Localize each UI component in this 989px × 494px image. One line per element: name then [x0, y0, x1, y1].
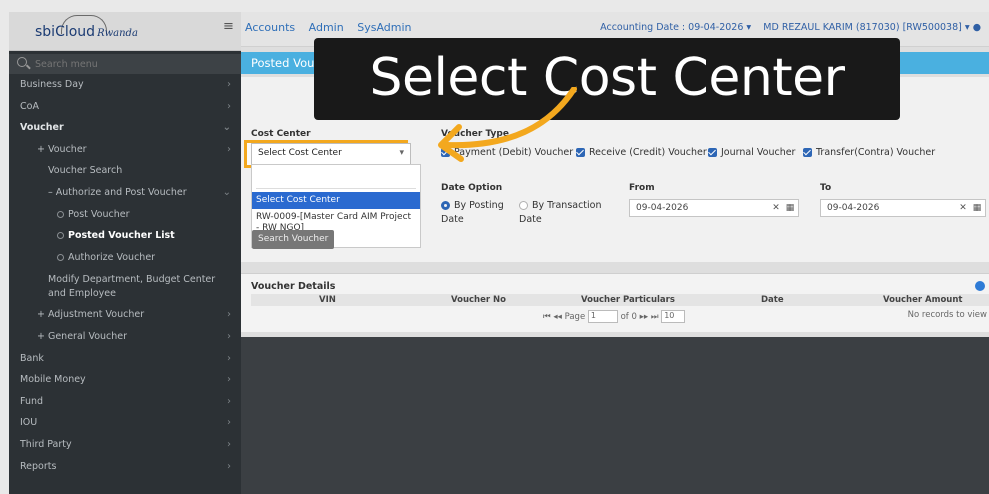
dropdown-option[interactable]: Select Cost Center: [252, 192, 420, 209]
chevron-right-icon: ›: [227, 330, 231, 342]
column-header[interactable]: Voucher Particulars: [581, 295, 675, 305]
calendar-icon[interactable]: ▦: [971, 202, 983, 214]
date-option-transaction[interactable]: By Transaction Date: [519, 199, 609, 227]
sidebar-item-modify-department[interactable]: Modify Department, Budget Center and Emp…: [9, 268, 241, 304]
to-date-input[interactable]: 09-04-2026 ✕ ▦: [820, 199, 986, 217]
page-size-select[interactable]: 10: [661, 310, 686, 323]
bullet-icon: [57, 253, 64, 261]
search-box: [9, 54, 241, 74]
pointer-arrow-icon: [438, 87, 577, 162]
search-voucher-button[interactable]: Search Voucher: [252, 230, 335, 249]
content-background: [241, 337, 989, 494]
chevron-right-icon: ›: [227, 79, 231, 90]
voucher-type-journal[interactable]: Journal Voucher: [708, 147, 795, 158]
search-icon: [17, 57, 27, 67]
column-header[interactable]: VIN: [319, 295, 336, 305]
radio-unselected-icon[interactable]: [519, 201, 528, 210]
top-link-sysadmin[interactable]: SysAdmin: [357, 21, 411, 34]
accounting-date[interactable]: Accounting Date : 09-04-2026: [600, 22, 743, 33]
column-header[interactable]: Voucher No: [451, 295, 506, 305]
pager: ⏮ ◂◂ Page 1 of 0 ▸▸ ⏭ 10: [543, 310, 686, 323]
chevron-right-icon: ›: [227, 438, 231, 450]
chevron-right-icon: ›: [227, 395, 231, 407]
logo[interactable]: sbiCloud Rwanda: [9, 12, 241, 51]
caption-text: Select Cost Center: [369, 48, 845, 108]
sidebar-item-bank[interactable]: Bank ›: [9, 348, 241, 370]
search-input[interactable]: [33, 56, 227, 73]
top-nav: Accounts Admin SysAdmin: [245, 21, 422, 34]
collapse-icon[interactable]: [975, 281, 985, 291]
chevron-down-icon: ▾: [746, 22, 752, 33]
first-page-icon[interactable]: ⏮: [543, 312, 551, 322]
voucher-details-panel: Voucher Details VIN Voucher No Voucher P…: [241, 273, 989, 332]
bullet-icon: [57, 210, 64, 218]
top-link-admin[interactable]: Admin: [309, 21, 344, 34]
user-icon[interactable]: ●: [973, 22, 981, 33]
top-status: Accounting Date : 09-04-2026 ▾ MD REZAUL…: [600, 22, 981, 33]
clear-icon[interactable]: ✕: [957, 202, 969, 214]
sidebar-item-coa[interactable]: CoA ›: [9, 96, 241, 118]
bullet-icon: [57, 232, 64, 240]
user-menu[interactable]: MD REZAUL KARIM (817030) [RW500038]: [763, 22, 962, 33]
menu-toggle-icon[interactable]: ≡: [223, 19, 234, 34]
from-label: From: [629, 183, 655, 193]
sidebar-item-authorize-voucher[interactable]: Authorize Voucher: [9, 247, 241, 269]
chevron-down-icon: ▾: [964, 22, 970, 33]
from-date-input[interactable]: 09-04-2026 ✕ ▦: [629, 199, 799, 217]
sidebar-item-business-day[interactable]: Business Day ›: [9, 74, 241, 96]
voucher-details-title: Voucher Details: [251, 281, 336, 292]
to-label: To: [820, 183, 832, 193]
cost-center-select[interactable]: Select Cost Center ▾: [251, 143, 411, 165]
sidebar-item-authorize-post[interactable]: – Authorize and Post Voucher ⌄: [9, 182, 241, 204]
sidebar-item-post-voucher[interactable]: Post Voucher: [9, 204, 241, 226]
sidebar-item-voucher-sub[interactable]: + Voucher ›: [9, 139, 241, 161]
chevron-down-icon: ⌄: [222, 186, 231, 198]
logo-region: Rwanda: [97, 28, 138, 39]
chevron-down-icon: ▾: [399, 148, 404, 158]
voucher-type-transfer[interactable]: Transfer(Contra) Voucher: [803, 147, 935, 158]
top-link-accounts[interactable]: Accounts: [245, 21, 295, 34]
sidebar-item-general-voucher[interactable]: + General Voucher ›: [9, 326, 241, 348]
chevron-down-icon: ⌄: [222, 122, 231, 134]
date-option-posting[interactable]: By Posting Date: [441, 199, 511, 227]
sidebar-nav: Business Day › CoA › Voucher ⌄ + Voucher › V…: [9, 74, 241, 477]
column-header[interactable]: Date: [761, 295, 784, 305]
grid-header: VIN Voucher No Voucher Particulars Date …: [251, 294, 989, 306]
dropdown-search-input[interactable]: [256, 168, 416, 189]
checkbox-checked-icon[interactable]: [803, 148, 812, 157]
sidebar-item-third-party[interactable]: Third Party ›: [9, 434, 241, 456]
app-window: sbiCloudRwanda Business Day› CoA› Vouche…: [9, 12, 989, 494]
chevron-right-icon: ›: [227, 100, 231, 112]
cost-center-label: Cost Center: [251, 129, 311, 139]
tutorial-caption: Select Cost Center: [314, 38, 900, 120]
no-records-text: No records to view: [907, 310, 987, 320]
calendar-icon[interactable]: ▦: [784, 202, 796, 214]
sidebar-item-voucher[interactable]: Voucher ⌄: [9, 117, 241, 139]
prev-page-icon[interactable]: ◂◂: [553, 312, 562, 322]
chevron-right-icon: ›: [227, 352, 231, 364]
page-input[interactable]: 1: [587, 310, 618, 323]
chevron-right-icon: ›: [227, 417, 231, 429]
last-page-icon[interactable]: ⏭: [651, 312, 659, 322]
date-option-label: Date Option: [441, 183, 503, 193]
clear-icon[interactable]: ✕: [770, 202, 782, 214]
next-page-icon[interactable]: ▸▸: [640, 312, 649, 322]
chevron-right-icon: ›: [227, 143, 231, 155]
radio-selected-icon[interactable]: [441, 201, 450, 210]
sidebar-item-fund[interactable]: Fund ›: [9, 391, 241, 413]
sidebar-item-iou[interactable]: IOU ›: [9, 412, 241, 434]
logo-brand: sbiCloud: [35, 24, 96, 40]
sidebar-item-reports[interactable]: Reports ›: [9, 456, 241, 478]
sidebar-item-adjustment-voucher[interactable]: + Adjustment Voucher ›: [9, 304, 241, 326]
sidebar: sbiCloudRwanda Business Day› CoA› Vouche…: [9, 12, 241, 494]
chevron-right-icon: ›: [227, 374, 231, 386]
column-header[interactable]: Voucher Amount: [883, 295, 962, 305]
chevron-right-icon: ›: [227, 309, 231, 321]
sidebar-item-voucher-search[interactable]: Voucher Search: [9, 160, 241, 182]
sidebar-item-posted-voucher-list[interactable]: Posted Voucher List: [9, 225, 241, 247]
voucher-type-receive[interactable]: Receive (Credit) Voucher: [576, 147, 707, 158]
chevron-right-icon: ›: [227, 460, 231, 472]
checkbox-checked-icon[interactable]: [708, 148, 717, 157]
sidebar-item-mobile-money[interactable]: Mobile Money ›: [9, 369, 241, 391]
